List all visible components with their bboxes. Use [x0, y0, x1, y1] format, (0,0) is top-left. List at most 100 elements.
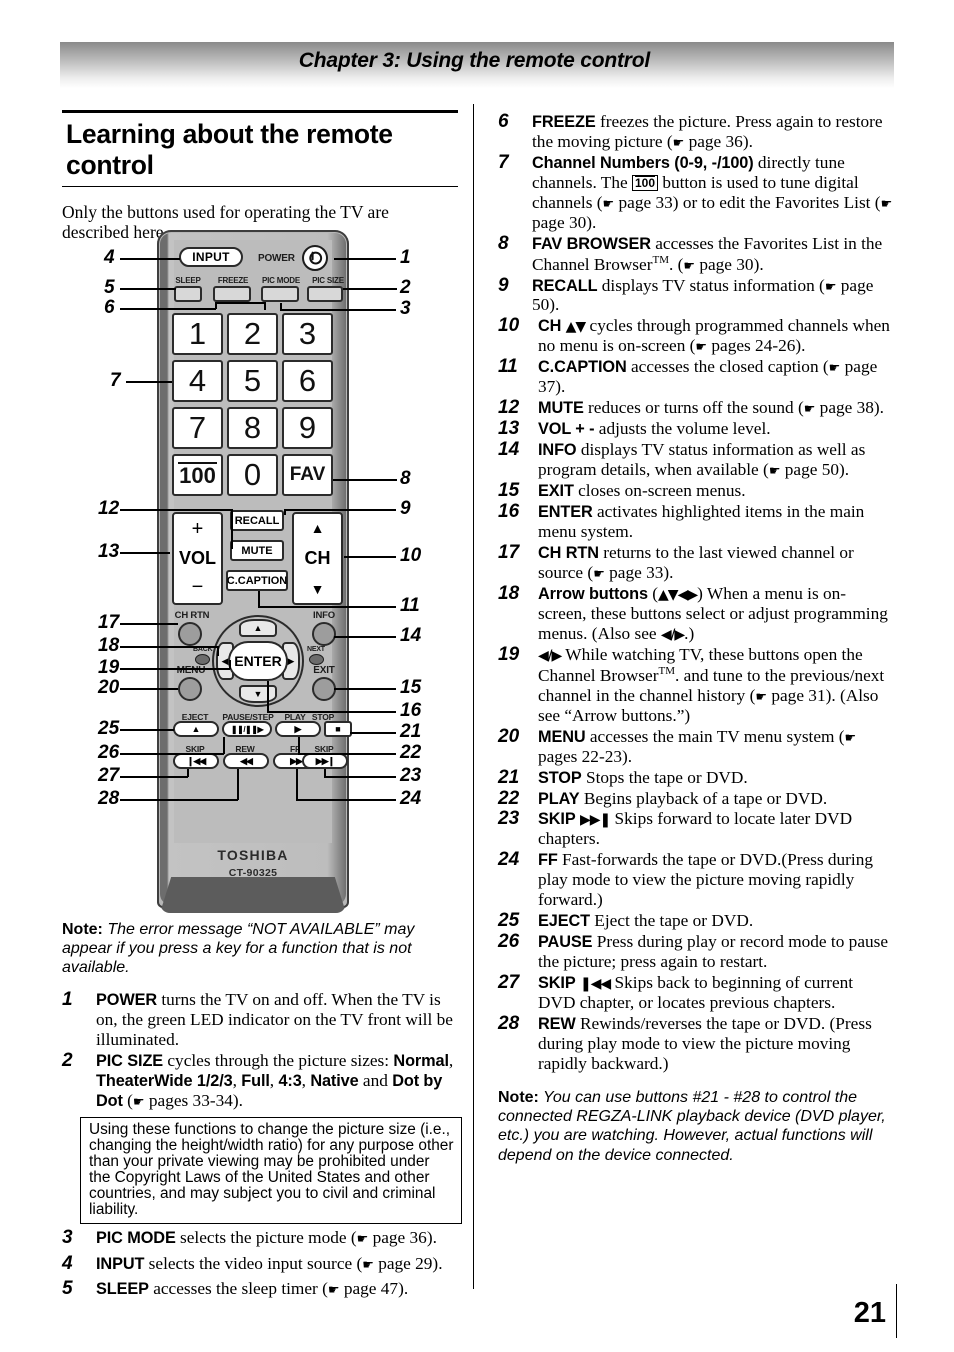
info-button[interactable] [312, 622, 336, 646]
list-item-2: 2 PIC SIZE cycles through the picture si… [62, 1050, 454, 1111]
channel-button[interactable]: ▲ CH ▼ [292, 512, 343, 605]
leader-15 [334, 688, 396, 690]
numeric-key-9[interactable]: 9 [282, 407, 333, 449]
item-keyword-1: POWER [96, 990, 158, 1009]
list-item-7: 7 Channel Numbers (0-9, -/100) directly … [498, 152, 894, 233]
item-number-12: 12 [498, 397, 520, 419]
dpad-down-button[interactable]: ▼ [239, 685, 277, 703]
list-item-17: 17 CH RTN returns to the last viewed cha… [498, 542, 894, 583]
numeric-key-5[interactable]: 5 [227, 360, 278, 402]
pointing-hand-icon: ☛ [132, 1095, 145, 1111]
leader-19-v [229, 660, 231, 669]
numeric-key-7[interactable]: 7 [172, 407, 223, 449]
item-text-22: Begins playback of a tape or DVD. [579, 788, 828, 808]
channel-updown-icon: ▲▼ [565, 319, 587, 336]
recall-button[interactable]: RECALL [230, 510, 284, 531]
item-ref-14: page 50). [780, 460, 850, 480]
exit-button[interactable] [312, 677, 336, 701]
item-text-2: cycles through the picture sizes: [163, 1051, 394, 1071]
remote-base [160, 877, 346, 913]
pic-size-button[interactable] [307, 286, 343, 302]
item-keyword-13: VOL + - [538, 420, 595, 439]
callout-5: 5 [104, 277, 115, 298]
leader-1 [334, 258, 396, 260]
item-keyword-3: PIC MODE [96, 1228, 176, 1247]
menu-button[interactable] [178, 677, 202, 701]
numeric-key-3[interactable]: 3 [282, 313, 333, 355]
list-item-25: 25 EJECT Eject the tape or DVD. [498, 910, 894, 931]
ch-rtn-button[interactable] [178, 622, 202, 646]
pointing-hand-icon: ☛ [803, 402, 816, 418]
skip-forward-icon: ▶▶❚ [579, 812, 611, 829]
sleep-button[interactable] [174, 286, 202, 302]
item-text-20: accesses the main TV menu system ( [585, 726, 845, 746]
left-note: Note: The error message “NOT AVAILABLE” … [62, 920, 462, 978]
pause-step-button[interactable]: ❚❚/❚❚▶ [222, 721, 272, 737]
list-item-1: 1 POWER turns the TV on and off. When th… [62, 989, 462, 1050]
mute-button[interactable]: MUTE [230, 540, 284, 561]
column-divider [473, 104, 474, 1289]
trademark-symbol: TM [652, 253, 669, 266]
copyright-warning-box: Using these functions to change the pict… [80, 1117, 462, 1224]
skip-back-icon: ❚◀◀ [579, 976, 611, 993]
arrow-buttons-icon: ▲▼◀▶ [658, 587, 698, 604]
play-button[interactable]: ▶ [275, 721, 321, 737]
input-button[interactable]: INPUT [179, 247, 243, 267]
leader-26 [120, 753, 224, 755]
numeric-key-1[interactable]: 1 [172, 313, 223, 355]
skip-forward-button[interactable]: ▶▶❙ [302, 753, 348, 769]
right-column: 6 FREEZE freezes the picture. Press agai… [498, 111, 894, 1165]
callout-28: 28 [98, 788, 120, 809]
callout-15: 15 [400, 677, 422, 698]
item-number-8: 8 [498, 232, 509, 254]
pointing-hand-icon: ☛ [683, 258, 696, 274]
item-number-3: 3 [62, 1226, 73, 1248]
pic-size-native: Native [310, 1072, 359, 1091]
key-100-inline-label: 100 [634, 175, 656, 190]
numeric-key-2[interactable]: 2 [227, 313, 278, 355]
stop-button[interactable]: ■ [324, 721, 352, 737]
leader-9 [284, 509, 396, 511]
callout-21: 21 [400, 721, 422, 742]
power-icon[interactable] [302, 245, 328, 271]
item-text-15: closes on-screen menus. [573, 481, 746, 501]
freeze-button[interactable] [213, 286, 251, 302]
leader-23 [324, 776, 396, 778]
item-ref-6: page 36). [684, 131, 753, 151]
closed-caption-button[interactable]: C.CAPTION [226, 570, 288, 591]
skip-back-button[interactable]: ❙◀◀ [173, 753, 219, 769]
list-item-6: 6 FREEZE freezes the picture. Press agai… [498, 111, 894, 152]
leader-16-v [267, 681, 269, 712]
numeric-key-0[interactable]: 0 [227, 454, 278, 496]
eject-button[interactable]: ▲ [173, 721, 219, 737]
list-item-15: 15 EXIT closes on-screen menus. [498, 480, 894, 501]
rewind-button[interactable]: ◀◀ [223, 753, 269, 769]
pointing-hand-icon: ☛ [828, 361, 841, 377]
leader-7 [126, 381, 172, 383]
leader-24-v [296, 769, 298, 800]
fav-button[interactable]: FAV [282, 454, 333, 496]
enter-button[interactable]: ENTER [228, 641, 288, 681]
item-keyword-6: FREEZE [532, 113, 596, 131]
item-keyword-15: EXIT [538, 482, 574, 501]
pointing-hand-icon: ☛ [672, 135, 685, 151]
pointing-hand-icon: ☛ [593, 567, 605, 583]
leader-28 [120, 799, 238, 801]
info-label: INFO [313, 610, 335, 621]
key-100-inline-icon: 100 [631, 174, 659, 191]
numeric-key-6[interactable]: 6 [282, 360, 333, 402]
item-ref-5: page 47). [339, 1279, 409, 1299]
pic-mode-button[interactable] [261, 286, 299, 302]
leader-20 [120, 688, 178, 690]
numeric-key-8[interactable]: 8 [227, 407, 278, 449]
volume-button[interactable]: + VOL − [172, 512, 223, 605]
copyright-warning-text: Using these functions to change the pict… [89, 1121, 454, 1218]
numeric-key-4[interactable]: 4 [172, 360, 223, 402]
back-icon [195, 654, 210, 665]
numeric-key-100[interactable]: 100 [172, 454, 223, 496]
dpad-up-button[interactable]: ▲ [239, 619, 277, 637]
item-keyword-5: SLEEP [96, 1280, 149, 1299]
leader-10 [344, 556, 396, 558]
list-item-10: 10 CH ▲▼ cycles through programmed chann… [498, 315, 894, 356]
left-lower-block: Note: The error message “NOT AVAILABLE” … [62, 920, 462, 1301]
